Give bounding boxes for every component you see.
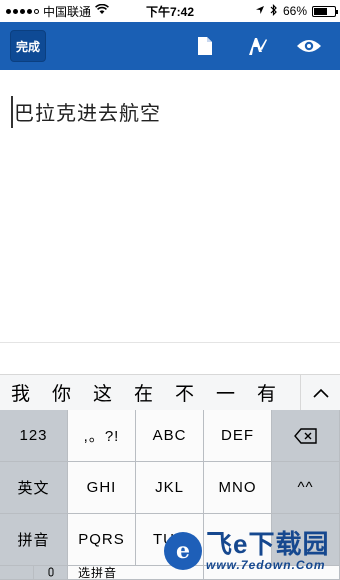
status-bar: 中国联通 下午7:42 66% <box>0 0 340 22</box>
candidate-bar: 我 你 这 在 不 一 有 <box>0 374 340 411</box>
watermark-title: 飞e下载园 <box>206 529 330 559</box>
key-abc[interactable]: ABC <box>136 410 204 462</box>
candidate-word[interactable]: 有 <box>246 379 287 406</box>
document-icon[interactable] <box>192 33 218 59</box>
preview-eye-icon[interactable] <box>296 33 322 59</box>
candidate-word[interactable]: 不 <box>164 379 205 406</box>
key-english[interactable]: 英文 <box>0 462 68 514</box>
wifi-icon <box>95 3 109 18</box>
key-emoticon[interactable]: ^^ <box>272 462 340 514</box>
editor-text[interactable]: 巴拉克进去航空 <box>14 97 161 126</box>
candidate-word[interactable]: 一 <box>205 379 246 406</box>
expand-candidates-chevron-up-icon[interactable] <box>300 374 340 411</box>
candidate-word[interactable]: 这 <box>82 379 123 406</box>
text-editor-area[interactable]: 巴拉克进去航空 <box>0 70 340 342</box>
candidate-word[interactable]: 在 <box>123 379 164 406</box>
text-cursor <box>11 96 13 128</box>
bluetooth-icon <box>270 3 278 19</box>
site-watermark: e 飞e下载园 www.7edown.Com <box>162 522 340 580</box>
editor-toolbar: 完成 <box>0 22 340 70</box>
key-pinyin[interactable]: 拼音 <box>0 514 68 566</box>
watermark-url: www.7edown.Com <box>206 558 326 572</box>
key-mno[interactable]: MNO <box>204 462 272 514</box>
key-numbers[interactable]: 123 <box>0 410 68 462</box>
candidate-word[interactable]: 你 <box>41 379 82 406</box>
watermark-logo-icon: e <box>164 532 202 570</box>
editor-divider <box>0 342 340 343</box>
carrier-name: 中国联通 <box>43 4 92 19</box>
battery-percent: 66% <box>282 4 307 18</box>
key-jkl[interactable]: JKL <box>136 462 204 514</box>
done-button[interactable]: 完成 <box>10 30 46 62</box>
candidate-word[interactable]: 我 <box>0 379 41 406</box>
key-def[interactable]: DEF <box>204 410 272 462</box>
signal-strength-icon <box>6 8 39 14</box>
location-arrow-icon <box>255 4 265 18</box>
microphone-icon[interactable] <box>34 566 68 580</box>
key-pqrs[interactable]: PQRS <box>68 514 136 566</box>
backspace-icon[interactable] <box>272 410 340 462</box>
battery-icon <box>312 5 338 17</box>
globe-icon[interactable] <box>0 566 34 580</box>
format-brush-icon[interactable] <box>244 33 270 59</box>
key-ghi[interactable]: GHI <box>68 462 136 514</box>
key-punctuation[interactable]: ,。?! <box>68 410 136 462</box>
